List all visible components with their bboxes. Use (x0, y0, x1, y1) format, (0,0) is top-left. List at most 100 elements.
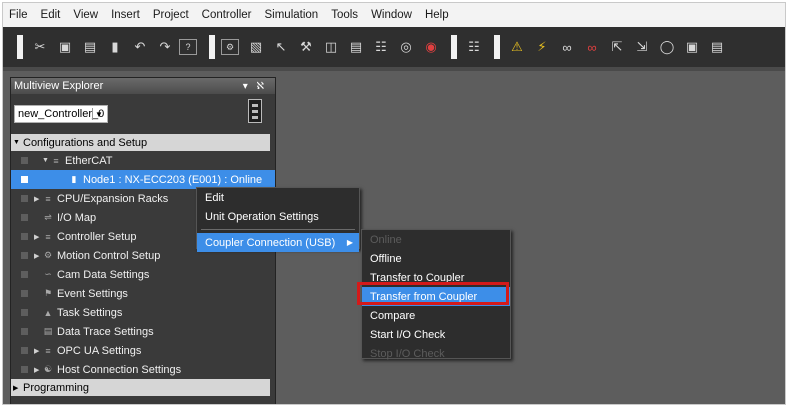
toolbar-separator (494, 35, 500, 59)
tree-item-label: I/O Map (57, 211, 97, 224)
expand-arrow-icon[interactable]: ▶ (34, 347, 42, 355)
tree-item-label: Cam Data Settings (57, 268, 150, 281)
application-window: File Edit View Insert Project Controller… (2, 2, 786, 405)
stop-icon[interactable]: ◉ (420, 36, 442, 58)
tree-item-label: Task Settings (57, 306, 123, 319)
sync-icon[interactable]: ☷ (463, 36, 485, 58)
menu-simulation[interactable]: Simulation (265, 9, 319, 21)
paste-icon[interactable]: ▤ (79, 36, 101, 58)
help-icon[interactable]: ? (179, 39, 197, 55)
build-icon[interactable]: ⚙ (221, 39, 239, 55)
coupler-submenu: Online Offline Transfer to Coupler Trans… (361, 229, 511, 360)
cut-icon[interactable]: ✂ (29, 36, 51, 58)
link-icon[interactable]: ∞ (556, 36, 578, 58)
submenu-item-stop-io-check: Stop I/O Check (370, 347, 445, 360)
program-icon[interactable]: ▣ (681, 36, 703, 58)
trace-icon: ▤ (43, 326, 53, 336)
upload-icon[interactable]: ⇱ (606, 36, 628, 58)
print-icon[interactable]: ▤ (345, 36, 367, 58)
tree-square-icon (21, 347, 28, 354)
menu-insert[interactable]: Insert (111, 9, 140, 21)
pointer-icon[interactable]: ↖ (270, 36, 292, 58)
controller-row: new_Controller_0 ▼ (11, 94, 275, 134)
tree-item-label: Motion Control Setup (57, 249, 161, 262)
menu-tools[interactable]: Tools (331, 9, 358, 21)
tree-item-label: EtherCAT (65, 154, 113, 167)
tree-square-icon (21, 309, 28, 316)
compare-icon[interactable]: ◫ (320, 36, 342, 58)
tree-square-icon (21, 195, 28, 202)
menu-bar: File Edit View Insert Project Controller… (3, 3, 785, 27)
expand-arrow-icon[interactable]: ▶ (34, 233, 42, 241)
tree-item-label: Controller Setup (57, 230, 137, 243)
expand-arrow-icon[interactable]: ▼ (42, 157, 50, 164)
programming-header[interactable]: ▶ Programming (11, 379, 270, 396)
download-icon[interactable]: ⇲ (631, 36, 653, 58)
tree-item-opcua[interactable]: ▶ ≡ OPC UA Settings (11, 341, 275, 360)
submenu-item-transfer-from-coupler[interactable]: Transfer from Coupler (362, 287, 510, 306)
settings-icon[interactable]: ⚒ (295, 36, 317, 58)
tree-item-label: Data Trace Settings (57, 325, 154, 338)
toolbar: ✂ ▣ ▤ ▮ ↶ ↷ ? ⚙ ▧ ↖ ⚒ ◫ ▤ ☷ ◎ ◉ ☷ ⚠ ⚡ ∞ … (3, 27, 785, 71)
tree-square-icon (21, 366, 28, 373)
transfer-icon[interactable]: ∞ (581, 36, 603, 58)
ctx-item-label: Coupler Connection (USB) (205, 236, 336, 249)
tree-item-label: Node1 : NX-ECC203 (E001) : Online (83, 173, 263, 186)
expand-arrow-icon[interactable]: ▶ (34, 252, 42, 260)
monitor-icon[interactable]: ▤ (706, 36, 728, 58)
copy-icon[interactable]: ▣ (54, 36, 76, 58)
menu-file[interactable]: File (9, 9, 28, 21)
config-setup-header[interactable]: ▼ Configurations and Setup (11, 134, 270, 151)
event-icon: ⚑ (43, 288, 53, 298)
submenu-item-transfer-to-coupler[interactable]: Transfer to Coupler (362, 268, 510, 287)
toolbar-separator (209, 35, 215, 59)
search-icon[interactable]: ◎ (395, 36, 417, 58)
menu-edit[interactable]: Edit (41, 9, 61, 21)
expand-arrow-icon[interactable]: ▶ (13, 384, 23, 392)
menu-view[interactable]: View (73, 9, 98, 21)
tree-item-label: OPC UA Settings (57, 344, 142, 357)
online-icon[interactable]: ⚡ (531, 36, 553, 58)
controller-select[interactable]: new_Controller_0 ▼ (14, 105, 108, 123)
expand-arrow-icon[interactable]: ▶ (34, 195, 42, 203)
rack-icon: ≡ (45, 193, 51, 204)
submenu-item-offline[interactable]: Offline (362, 249, 510, 268)
ctx-item-unit-operation-settings[interactable]: Unit Operation Settings (197, 207, 359, 226)
expand-arrow-icon[interactable]: ▶ (34, 366, 42, 374)
menu-project[interactable]: Project (153, 9, 189, 21)
menu-controller[interactable]: Controller (202, 9, 252, 21)
tree-item-task-settings[interactable]: ▲ Task Settings (11, 303, 275, 322)
tree-square-icon (21, 328, 28, 335)
task-icon: ▲ (43, 307, 53, 318)
warning-icon[interactable]: ⚠ (506, 36, 528, 58)
host-icon: ☯ (43, 364, 53, 374)
tree-item-data-trace[interactable]: ▤ Data Trace Settings (11, 322, 275, 341)
context-menu: Edit Unit Operation Settings Coupler Con… (196, 187, 360, 252)
submenu-item-start-io-check[interactable]: Start I/O Check (362, 325, 510, 344)
tree-item-host-connection[interactable]: ▶ ☯ Host Connection Settings (11, 360, 275, 379)
tree-square-icon (21, 290, 28, 297)
undo-icon[interactable]: ↶ (129, 36, 151, 58)
ctx-item-edit[interactable]: Edit (197, 188, 359, 207)
pin-icon[interactable]: ▾ ℵ (243, 81, 267, 92)
submenu-item-compare[interactable]: Compare (362, 306, 510, 325)
menu-help[interactable]: Help (425, 9, 449, 21)
explorer-title: Multiview Explorer (14, 80, 104, 92)
refresh-icon[interactable]: ◯ (656, 36, 678, 58)
delete-icon[interactable]: ▮ (104, 36, 126, 58)
controller-setup-icon: ≡ (45, 231, 51, 242)
menu-window[interactable]: Window (371, 9, 412, 21)
controller-device-icon (248, 99, 262, 123)
expand-arrow-icon[interactable]: ▼ (13, 139, 23, 146)
redo-icon[interactable]: ↷ (154, 36, 176, 58)
tree-item-ethercat[interactable]: ▼ ≡ EtherCAT (11, 151, 275, 170)
io-icon[interactable]: ☷ (370, 36, 392, 58)
motion-icon: ⚙ (43, 250, 53, 260)
chevron-down-icon[interactable]: ▼ (92, 108, 105, 120)
tree-item-cam-data[interactable]: ∽ Cam Data Settings (11, 265, 275, 284)
window-icon[interactable]: ▧ (245, 36, 267, 58)
config-setup-label: Configurations and Setup (23, 136, 148, 149)
menu-separator (201, 229, 355, 230)
ctx-item-coupler-connection[interactable]: Coupler Connection (USB) ▶ (197, 233, 359, 252)
tree-item-event-settings[interactable]: ⚑ Event Settings (11, 284, 275, 303)
